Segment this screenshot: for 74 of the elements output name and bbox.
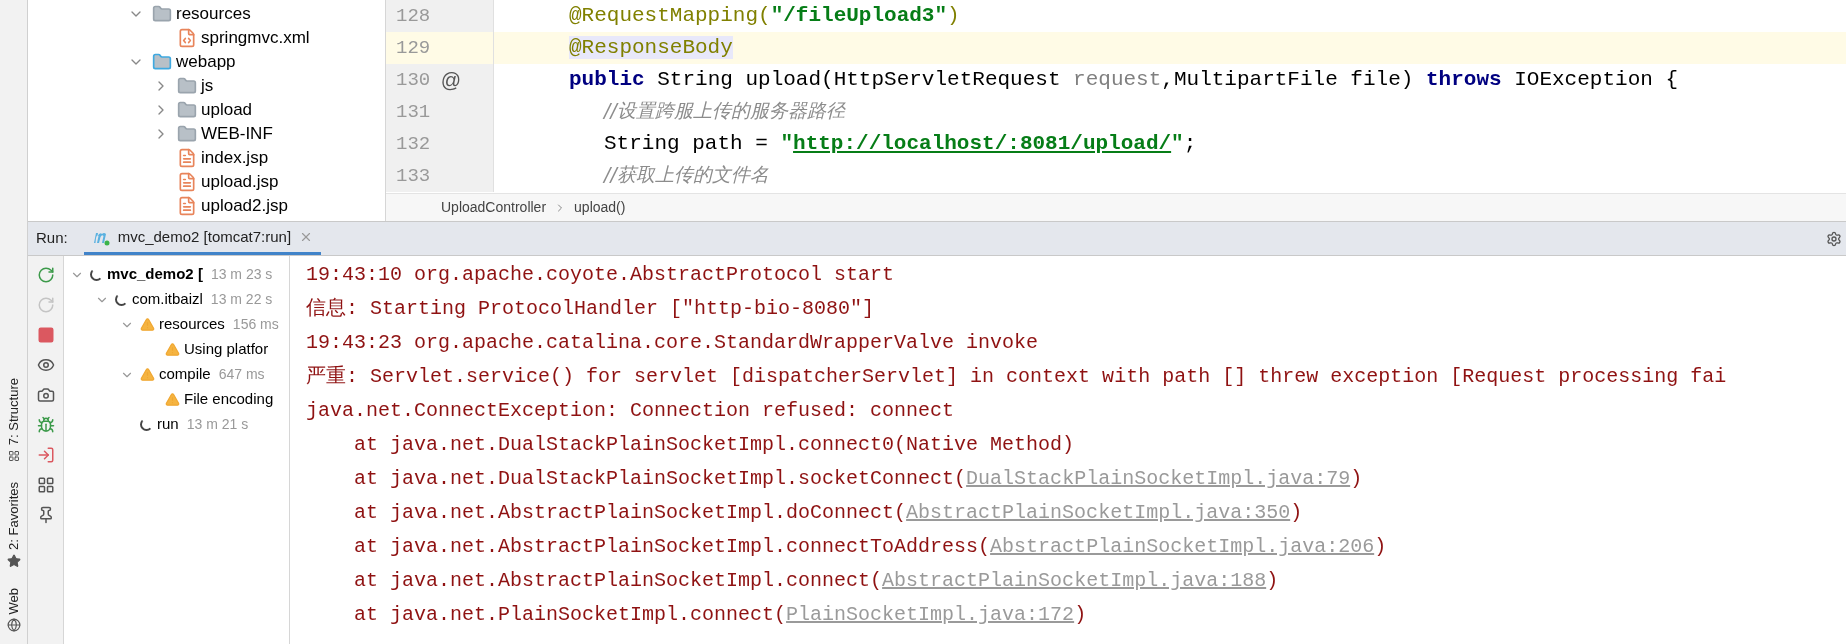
tree-item[interactable]: resources xyxy=(176,1,251,27)
console-line: 信息: Starting ProtocolHandler ["http-bio-8080"] xyxy=(306,296,875,322)
resources-folder-icon xyxy=(152,4,172,24)
run-tree-item[interactable]: Using platfor xyxy=(184,338,269,361)
line-number: 131 xyxy=(395,99,432,125)
jsp-file-icon xyxy=(177,196,197,216)
duration-label: 13 m 22 s xyxy=(210,290,273,309)
warning-icon xyxy=(140,367,155,382)
layout-icon[interactable] xyxy=(36,476,55,494)
tree-item[interactable]: springmvc.xml xyxy=(201,25,310,51)
side-tab[interactable]: 2: Favorites xyxy=(3,481,24,550)
bug-icon[interactable] xyxy=(36,416,55,434)
stop-icon[interactable] xyxy=(36,326,55,344)
jsp-file-icon xyxy=(177,172,197,192)
console-line: at java.net.AbstractPlainSocketImpl.connectToAddress(AbstractPlainSocketImpl.java:206) xyxy=(354,534,1387,560)
console-line: at java.net.PlainSocketImpl.connect(PlainSocketImpl.java:172) xyxy=(354,602,1087,628)
line-number: 130 xyxy=(395,67,432,93)
star-icon xyxy=(6,553,21,568)
override-marker: @ xyxy=(440,68,462,93)
code-line: //获取上传的文件名 xyxy=(604,164,769,188)
tree-item[interactable]: upload.jsp xyxy=(201,169,279,195)
line-number: 133 xyxy=(395,163,432,189)
duration-label: 156 ms xyxy=(232,315,279,334)
console-line: at java.net.AbstractPlainSocketImpl.doConnect(AbstractPlainSocketImpl.java:350) xyxy=(354,500,1303,526)
console-line: 严重: Servlet.service() for servlet [dispatcherServlet] in context with path [] threw exception [Request processing fai xyxy=(306,364,1727,390)
line-number: 132 xyxy=(395,131,432,157)
jsp-file-icon xyxy=(177,148,197,168)
duration-label: 647 ms xyxy=(218,365,265,384)
side-tab[interactable]: 7: Structure xyxy=(3,378,24,446)
console-line: 19:43:10 org.apache.coyote.AbstractProtocol start xyxy=(306,262,895,288)
warning-icon xyxy=(165,392,180,407)
folder-icon xyxy=(177,76,197,96)
code-line: String path = "http://localhost/:8081/upload/"; xyxy=(604,132,1197,156)
tree-item[interactable]: upload xyxy=(201,97,253,123)
run-tree-item[interactable]: resources xyxy=(159,313,225,336)
code-line: public String upload(HttpServletRequest request,MultipartFile file) throws IOException { xyxy=(569,68,1679,92)
tree-item[interactable]: WEB-INF xyxy=(201,121,273,147)
settings-icon[interactable] xyxy=(1826,230,1842,247)
run-label: Run: xyxy=(35,228,69,249)
folder-icon xyxy=(177,100,197,120)
run-tree-item[interactable]: File encoding xyxy=(184,388,274,411)
code-line: //设置跨服上传的服务器路径 xyxy=(604,100,845,124)
camera-icon[interactable] xyxy=(36,386,55,404)
structure-icon xyxy=(7,449,20,462)
import-icon[interactable] xyxy=(36,446,55,464)
eye-icon[interactable] xyxy=(36,356,55,374)
run-tree-item[interactable]: com.itbaizl xyxy=(132,288,203,311)
line-number: 128 xyxy=(395,3,432,29)
run-tree-item[interactable]: run xyxy=(157,413,179,436)
console-line: at java.net.DualStackPlainSocketImpl.connect0(Native Method) xyxy=(354,432,1075,458)
warning-icon xyxy=(140,317,155,332)
rerun-icon[interactable] xyxy=(36,266,55,284)
run-tree-item[interactable]: mvc_demo2 [ xyxy=(107,263,203,286)
duration-label: 13 m 23 s xyxy=(210,265,273,284)
tree-item[interactable]: index.jsp xyxy=(201,145,269,171)
warning-icon xyxy=(165,342,180,357)
globe-icon xyxy=(6,618,21,632)
tree-item[interactable]: upload2.jsp xyxy=(201,193,288,219)
side-tab[interactable]: Web xyxy=(3,587,24,614)
xml-file-icon xyxy=(177,28,197,48)
breadcrumb-item[interactable]: UploadController xyxy=(441,197,547,218)
duration-label: 13 m 21 s xyxy=(186,415,249,434)
tree-item[interactable]: webapp xyxy=(176,49,236,75)
breadcrumb-item[interactable]: upload() xyxy=(574,197,626,218)
console-line: at java.net.AbstractPlainSocketImpl.connect(AbstractPlainSocketImpl.java:188) xyxy=(354,568,1279,594)
console-line: 19:43:23 org.apache.catalina.core.StandardWrapperValve invoke xyxy=(306,330,1039,356)
console-line: at java.net.DualStackPlainSocketImpl.socketConnect(DualStackPlainSocketImpl.java:79) xyxy=(354,466,1363,492)
folder-icon xyxy=(177,124,197,144)
web-folder-icon xyxy=(152,52,172,72)
code-line: @RequestMapping("/fileUpload3") xyxy=(569,4,960,28)
console-line: java.net.ConnectException: Connection refused: connect xyxy=(306,398,955,424)
run-tree-item[interactable]: compile xyxy=(159,363,211,386)
tree-item[interactable]: js xyxy=(201,73,214,99)
line-number: 129 xyxy=(395,35,432,61)
